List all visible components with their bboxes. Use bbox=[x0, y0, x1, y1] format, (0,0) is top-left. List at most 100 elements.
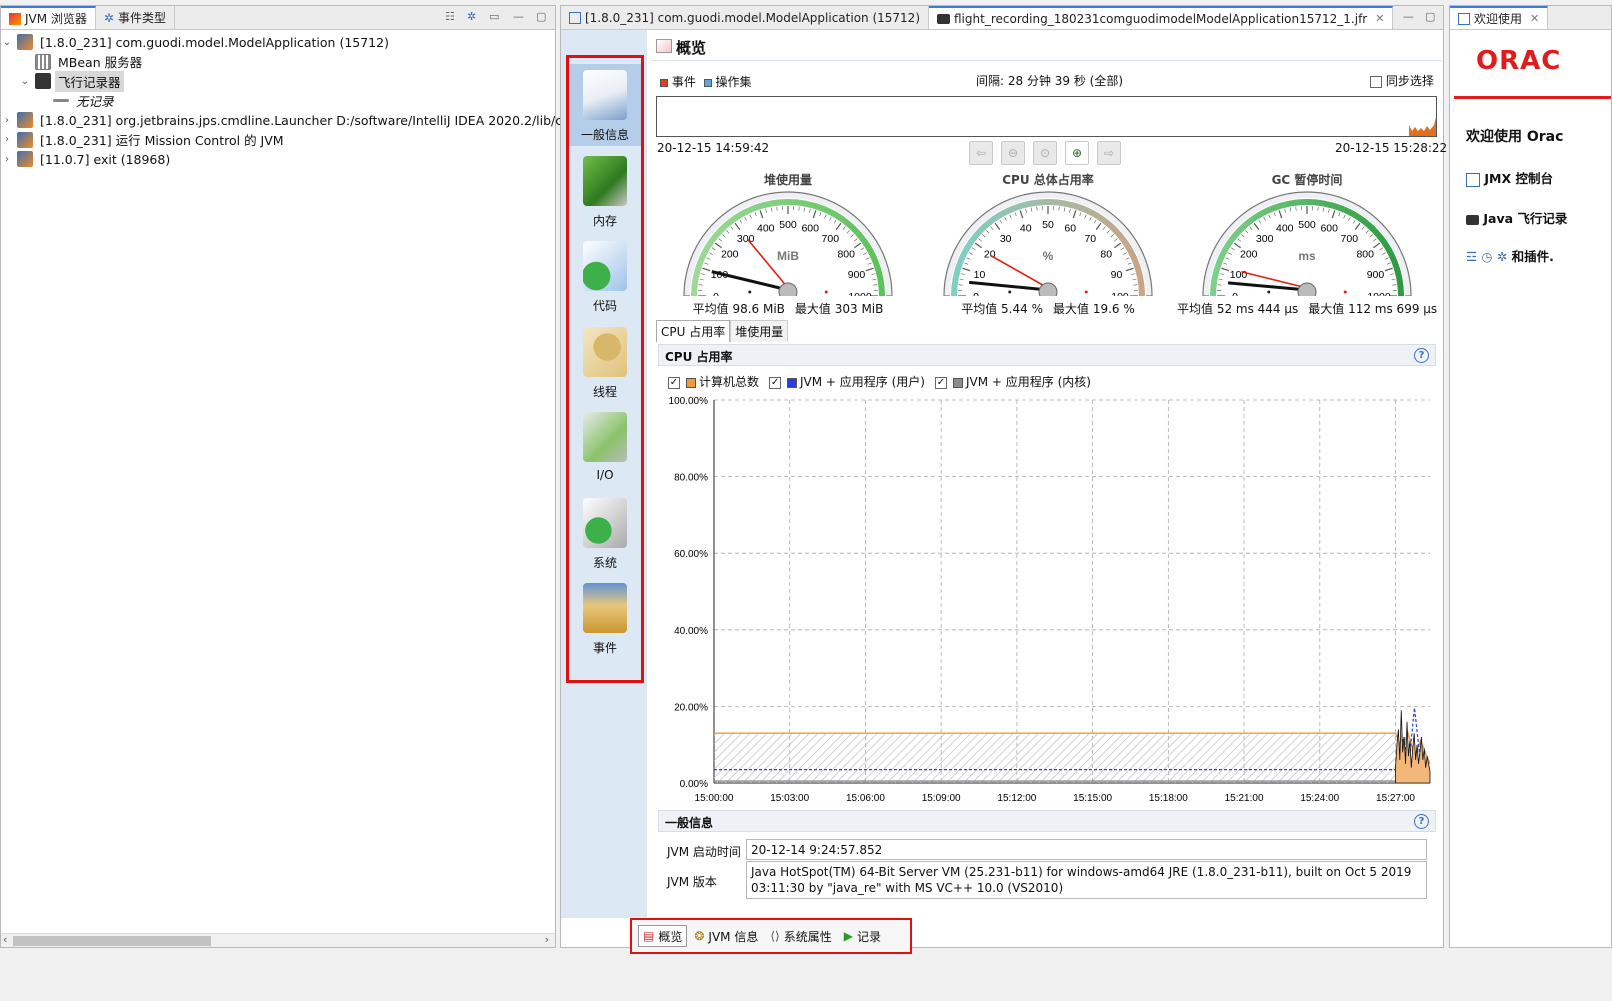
legend-label: 计算机总数 bbox=[699, 375, 760, 389]
new-folder-icon[interactable]: ▭ bbox=[489, 10, 499, 23]
gauge-tick-label: 20 bbox=[984, 249, 996, 261]
minimize-icon[interactable]: — bbox=[513, 10, 524, 23]
tree-item[interactable]: MBean 服务器 bbox=[1, 52, 145, 72]
chevron-right-icon[interactable]: › bbox=[1, 134, 13, 145]
chevron-down-icon[interactable]: ⌄ bbox=[1, 37, 13, 48]
jvm-version-value[interactable]: Java HotSpot(TM) 64-Bit Server VM (25.23… bbox=[746, 861, 1427, 899]
gauge-tick-label: 600 bbox=[1320, 223, 1338, 235]
gauge-tick-label: 900 bbox=[848, 269, 866, 281]
page-title: 概览 bbox=[676, 39, 707, 57]
chevron-right-icon[interactable]: › bbox=[1, 115, 13, 126]
horizontal-scrollbar[interactable]: ‹ › bbox=[1, 933, 555, 947]
welcome-icon bbox=[1458, 12, 1470, 25]
tree-item-label: MBean 服务器 bbox=[58, 55, 143, 70]
nav-item-threads[interactable]: 线程 bbox=[569, 321, 641, 403]
scrollbar-thumb[interactable] bbox=[13, 936, 211, 946]
connect-icon[interactable]: ✲ bbox=[467, 10, 476, 23]
tab-event-types[interactable]: ✲ 事件类型 bbox=[96, 6, 175, 29]
tab-heap-usage[interactable]: 堆使用量 bbox=[730, 320, 789, 342]
legend-checkbox[interactable]: ✓ bbox=[668, 376, 680, 389]
bottom-tab-overview[interactable]: ▤ 概览 bbox=[638, 925, 688, 947]
x-tick-label: 15:24:00 bbox=[1300, 793, 1339, 804]
pan-left-button[interactable]: ⇦ bbox=[969, 141, 993, 165]
close-icon[interactable]: ✕ bbox=[1375, 12, 1384, 25]
gauge-maximum: 最大值 19.6 % bbox=[1053, 302, 1135, 316]
tree-item[interactable]: › [11.0.7] exit (18968) bbox=[1, 149, 173, 169]
nav-item-memory[interactable]: 内存 bbox=[569, 150, 641, 232]
mbean-server-icon bbox=[35, 53, 51, 70]
flight-record-icon bbox=[1466, 214, 1479, 225]
gauge-tick-label: 90 bbox=[1111, 269, 1123, 281]
tree-item[interactable]: 无记录 bbox=[1, 91, 117, 111]
gauge-tick-label: 800 bbox=[837, 249, 855, 261]
tab-cpu-usage[interactable]: CPU 占用率 bbox=[656, 320, 731, 342]
nav-item-system[interactable]: 系统 bbox=[569, 492, 641, 574]
link-plugins[interactable]: ☲ ◷ ✲ 和插件. bbox=[1466, 246, 1554, 265]
nav-item-code[interactable]: 代码 bbox=[569, 235, 641, 317]
timeline-end: 20-12-15 15:28:22 bbox=[1335, 141, 1448, 155]
legend-checkbox[interactable]: ✓ bbox=[934, 376, 947, 389]
tab-jvm-browser[interactable]: JVM 浏览器 bbox=[1, 6, 96, 29]
gauge-average: 平均值 5.44 % bbox=[961, 302, 1043, 316]
bottom-tabs: ▤ 概览 ❂ JVM 信息 ⟨⟩ 系统属性 ▶ 记录 bbox=[630, 918, 912, 954]
bottom-tab-label: 记录 bbox=[856, 929, 881, 944]
help-icon[interactable]: ? bbox=[1414, 348, 1429, 363]
legend-item[interactable]: ✓ JVM + 应用程序 (内核) bbox=[934, 373, 1091, 390]
chevron-down-icon[interactable]: ⌄ bbox=[19, 76, 31, 87]
bottom-tab-jvm-info[interactable]: ❂ JVM 信息 bbox=[689, 925, 763, 947]
nav-item-general-info[interactable]: 一般信息 bbox=[569, 64, 641, 146]
pan-right-button[interactable]: ⇨ bbox=[1097, 141, 1121, 165]
gauge-unit: MiB bbox=[777, 249, 799, 263]
gauge-tick-label: 40 bbox=[1020, 223, 1032, 235]
link-jmx-console[interactable]: JMX 控制台 bbox=[1466, 168, 1553, 187]
gauge-hub bbox=[1297, 282, 1317, 296]
tab-model-application[interactable]: [1.8.0_231] com.guodi.model.ModelApplica… bbox=[561, 6, 929, 29]
zoom-out-button[interactable]: ⊖ bbox=[1001, 141, 1025, 165]
maximize-icon[interactable]: ▢ bbox=[536, 10, 546, 23]
bottom-tab-label: JVM 信息 bbox=[708, 929, 759, 944]
bottom-tab-record[interactable]: ▶ 记录 bbox=[839, 925, 886, 947]
tree-item[interactable]: › [1.8.0_231] 运行 Mission Control 的 JVM bbox=[1, 130, 287, 150]
tree-item[interactable]: › [1.8.0_231] org.jetbrains.jps.cmdline.L… bbox=[1, 110, 624, 130]
sync-checkbox-box[interactable] bbox=[1370, 75, 1382, 88]
x-tick-label: 15:00:00 bbox=[695, 793, 734, 804]
gauge-tick-label: 80 bbox=[1100, 249, 1112, 261]
link-java-flight-record[interactable]: Java 飞行记录 bbox=[1466, 208, 1567, 227]
jvm-start-value[interactable]: 20-12-14 9:24:57.852 bbox=[746, 839, 1427, 860]
nav-item-events[interactable]: 事件 bbox=[569, 577, 641, 659]
nav-item-io[interactable]: I/O bbox=[569, 406, 641, 488]
tree-item[interactable]: ⌄ 飞行记录器 bbox=[1, 70, 124, 92]
help-icon[interactable]: ? bbox=[1414, 814, 1429, 829]
tab-flight-recording[interactable]: flight_recording_180231comguodimodelMode… bbox=[929, 6, 1394, 29]
legend-item[interactable]: ✓ 计算机总数 bbox=[668, 373, 759, 390]
legend-label: JVM + 应用程序 (用户) bbox=[800, 375, 925, 389]
io-icon bbox=[583, 412, 627, 462]
legend-checkbox[interactable]: ✓ bbox=[769, 376, 782, 389]
gauge-tick-label: 700 bbox=[822, 233, 840, 245]
scroll-left-icon[interactable]: ‹ bbox=[3, 933, 7, 946]
tab-welcome[interactable]: 欢迎使用 ✕ bbox=[1450, 6, 1549, 29]
bottom-tab-system-props[interactable]: ⟨⟩ 系统属性 bbox=[765, 925, 836, 947]
tree-item[interactable]: ⌄ [1.8.0_231] com.guodi.model.ModelApplic… bbox=[1, 32, 392, 52]
gauge-tick-label: 500 bbox=[779, 219, 797, 231]
filter-icon[interactable]: ☷ bbox=[445, 10, 455, 23]
maximize-icon[interactable]: ▢ bbox=[1425, 10, 1435, 23]
minimize-icon[interactable]: — bbox=[1403, 10, 1414, 23]
zoom-in-button[interactable]: ⊕ bbox=[1065, 141, 1089, 165]
plugins-icon: ☲ ◷ ✲ bbox=[1466, 249, 1508, 264]
timeline-range-bar[interactable] bbox=[656, 96, 1437, 137]
oracle-logo: ORAC bbox=[1476, 46, 1562, 76]
close-icon[interactable]: ✕ bbox=[1530, 12, 1539, 25]
x-tick-label: 15:15:00 bbox=[1073, 793, 1112, 804]
legend-item[interactable]: ✓ JVM + 应用程序 (用户) bbox=[769, 373, 925, 390]
events-icon bbox=[583, 583, 627, 633]
console-icon bbox=[569, 11, 581, 24]
chevron-right-icon[interactable]: › bbox=[1, 154, 13, 165]
timeline-start: 20-12-15 14:59:42 bbox=[657, 141, 770, 155]
timeline-activity bbox=[1409, 117, 1436, 136]
gauge-marker bbox=[1008, 290, 1012, 294]
gauges-row: 堆使用量01002003004005006007008009001000MiB平… bbox=[656, 166, 1438, 318]
scroll-right-icon[interactable]: › bbox=[545, 933, 549, 946]
zoom-fit-button[interactable]: ⊙ bbox=[1033, 141, 1057, 165]
sync-selection-checkbox[interactable]: 同步选择 bbox=[1370, 72, 1434, 89]
